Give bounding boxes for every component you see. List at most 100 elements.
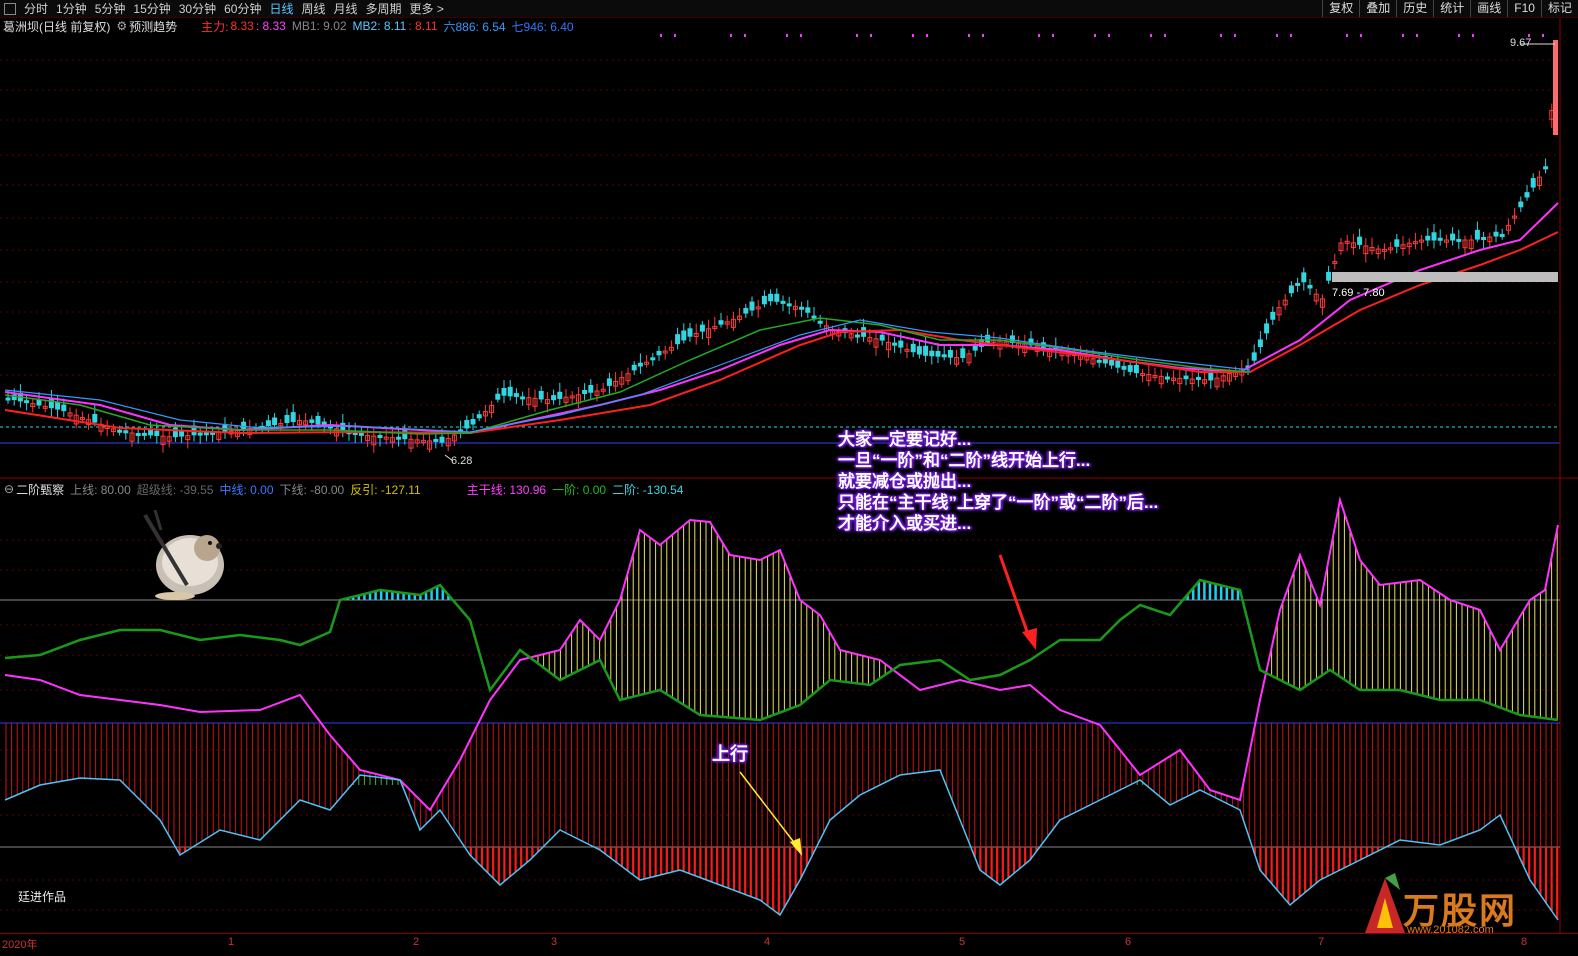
- candle-body: [805, 307, 811, 313]
- candle-body: [290, 412, 296, 422]
- candle-body: [1524, 192, 1530, 198]
- candle-body: [910, 343, 916, 353]
- candle-body: [1109, 359, 1115, 366]
- candle-body: [631, 364, 637, 371]
- candle-body: [92, 413, 98, 423]
- candle-body: [1264, 323, 1270, 334]
- candle-body: [606, 378, 612, 386]
- signal-dot: [1150, 34, 1152, 37]
- candle-body: [1295, 282, 1301, 286]
- candle-body: [718, 320, 724, 325]
- indicator-legend: ⊖ 二阶甄察 上线: 80.00 超级线: -39.55 中线: 0.00 下线…: [0, 481, 689, 497]
- candle-body: [315, 415, 321, 425]
- signal-dot: [968, 34, 970, 37]
- candle-body: [1450, 233, 1456, 241]
- signal-dot: [1346, 34, 1348, 37]
- signal-dot: [1234, 34, 1236, 37]
- candle-body: [854, 334, 860, 338]
- candle-body: [1499, 233, 1505, 237]
- candle-body: [1543, 166, 1549, 170]
- ma-pink-line: [4, 202, 1559, 435]
- author-label: 廷进作品: [18, 890, 67, 904]
- candle-body: [117, 429, 123, 433]
- signal-dot: [786, 34, 788, 37]
- candle-body: [1115, 360, 1121, 368]
- annotation-line-3: 就要减仓或抛出...: [838, 472, 972, 491]
- x-tick-5: 5: [959, 936, 966, 948]
- candle-body: [272, 417, 278, 426]
- candle-body: [203, 432, 209, 436]
- candle-body: [1530, 178, 1536, 188]
- candle-body: [5, 397, 11, 401]
- limit-up-candle: [1553, 40, 1558, 135]
- signal-dot: [856, 34, 858, 37]
- signal-dot: [1276, 34, 1278, 37]
- candle-body: [538, 390, 544, 400]
- annotation-line-4: 只能在“主干线”上穿了“一阶”或“二阶”后...: [838, 493, 1159, 512]
- candle-body: [1456, 238, 1462, 242]
- x-tick-6: 6: [1125, 936, 1132, 948]
- candle-body: [898, 340, 904, 348]
- candle-body: [1431, 232, 1437, 241]
- candle-body: [1208, 372, 1214, 381]
- candle-body: [551, 395, 557, 401]
- chart-canvas[interactable]: [0, 0, 1578, 955]
- candle-body: [879, 334, 885, 341]
- signal-dot: [800, 34, 802, 37]
- candle-body: [1326, 271, 1332, 281]
- band-price-label: 7.69 - 7.80: [1332, 287, 1385, 299]
- hedgehog-mascot-icon: [143, 510, 224, 600]
- x-tick-2020: 2020年: [2, 939, 38, 951]
- candle-body: [1127, 365, 1133, 372]
- candle-body: [470, 419, 476, 425]
- candle-body: [61, 404, 67, 412]
- candle-body: [377, 434, 383, 438]
- candle-body: [817, 320, 823, 324]
- signal-dot: [1458, 34, 1460, 37]
- candle-body: [1183, 375, 1189, 380]
- candle-body: [197, 432, 203, 436]
- candle-body: [749, 301, 755, 311]
- signal-dot: [912, 34, 914, 37]
- signal-dot: [744, 34, 746, 37]
- candle-body: [786, 303, 792, 307]
- candle-body: [36, 399, 42, 406]
- mid-line-value: 中线: 0.00: [219, 482, 274, 497]
- candle-body: [1481, 237, 1487, 241]
- candle-body: [1096, 359, 1102, 363]
- x-tick-7: 7: [1318, 936, 1325, 948]
- candle-body: [55, 401, 61, 410]
- candle-body: [637, 362, 643, 367]
- candle-body: [774, 293, 780, 302]
- signal-dot: [1402, 34, 1404, 37]
- resistance-band: [1332, 272, 1558, 282]
- signal-dot: [1220, 34, 1222, 37]
- candle-body: [1251, 352, 1257, 361]
- candle-body: [780, 300, 786, 304]
- annotation-text: 大家一定要记好... 一旦“一阶”和“二阶”线开始上行... 就要减仓或抛出..…: [838, 429, 1158, 534]
- signal-dot: [1542, 34, 1544, 37]
- signal-dot: [674, 34, 676, 37]
- candlesticks: [5, 40, 1558, 453]
- candle-body: [699, 324, 705, 332]
- candle-body: [582, 390, 588, 394]
- indicator-title[interactable]: 二阶甄察: [16, 481, 64, 498]
- candle-body: [284, 414, 290, 424]
- candle-body: [1493, 231, 1499, 237]
- indicator-menu-icon[interactable]: ⊖: [4, 482, 14, 496]
- candle-body: [960, 348, 966, 359]
- candle-body: [916, 346, 922, 355]
- second-order-line: [4, 769, 1559, 921]
- signal-dot: [660, 34, 662, 37]
- ma-red-line: [4, 231, 1559, 435]
- candle-body: [923, 345, 929, 356]
- candle-body: [811, 315, 817, 319]
- signal-dot: [1416, 34, 1418, 37]
- candle-body: [507, 386, 513, 397]
- watermark-logo: 万股网 www.201082.com: [1355, 868, 1555, 938]
- x-tick-2: 2: [413, 936, 420, 948]
- x-tick-4: 4: [764, 936, 771, 948]
- candle-body: [1164, 376, 1170, 380]
- candle-body: [265, 420, 271, 427]
- high-price-label: 9.67: [1510, 37, 1532, 49]
